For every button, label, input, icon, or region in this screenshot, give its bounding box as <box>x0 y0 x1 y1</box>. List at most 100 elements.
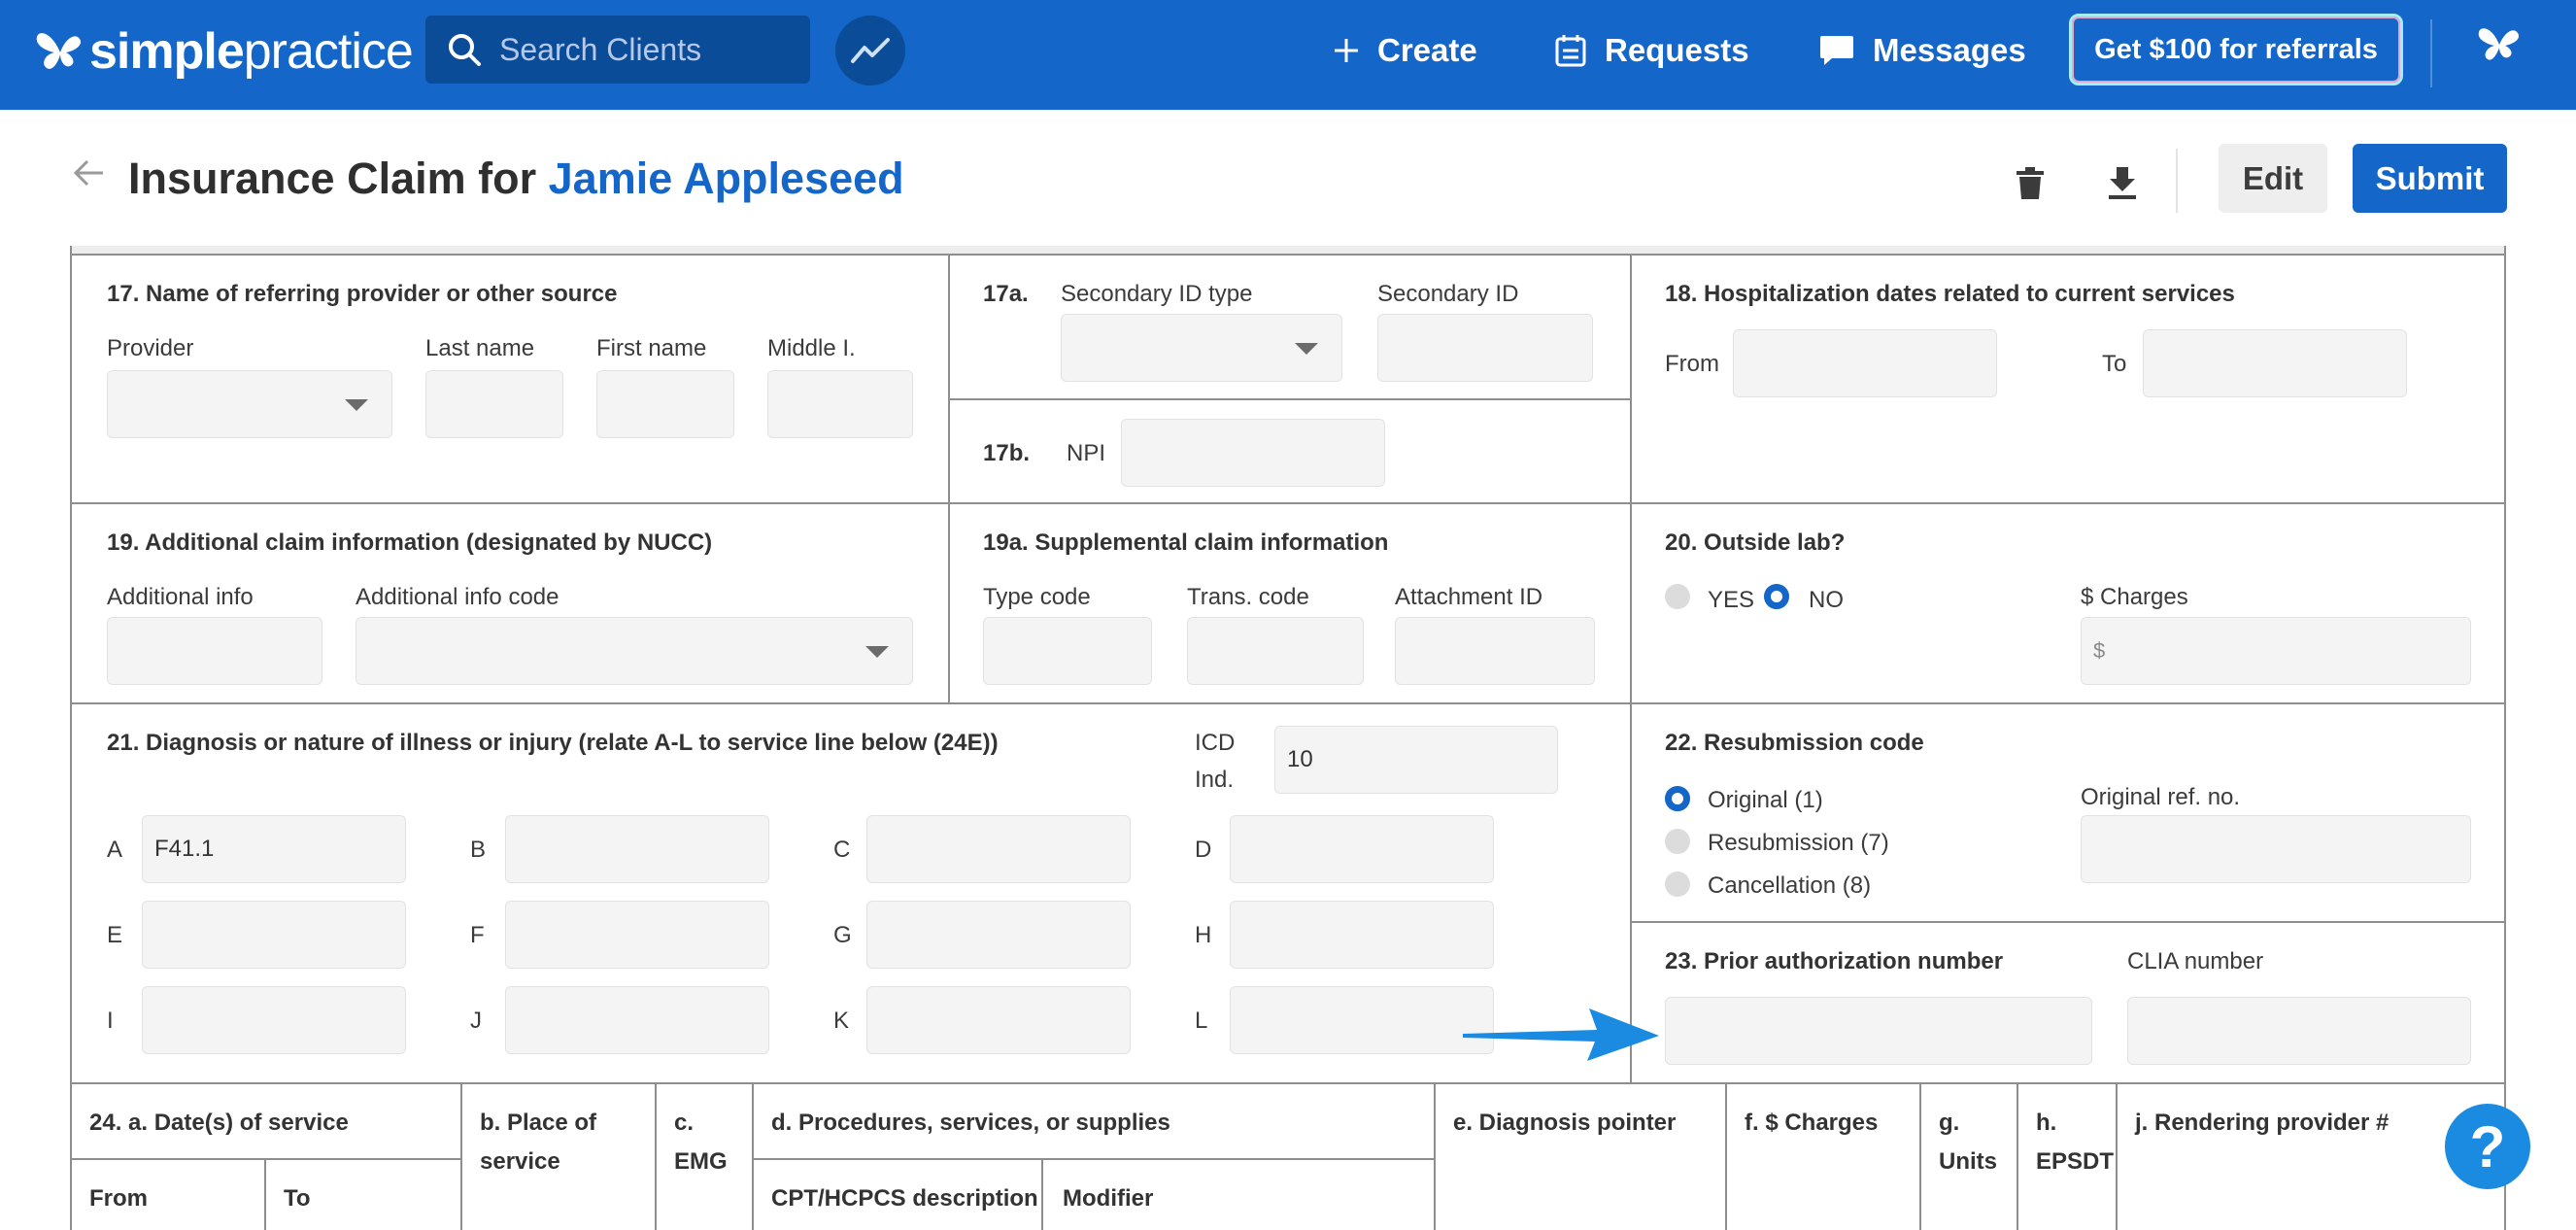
col-charges: f. $ Charges <box>1745 1110 1879 1136</box>
grid-line <box>72 702 2504 704</box>
dollar-prefix: $ <box>2093 638 2106 663</box>
outside-lab-no-radio[interactable] <box>1764 584 1789 609</box>
requests-button[interactable]: Requests <box>1554 21 1749 80</box>
grid-line <box>752 1158 1435 1160</box>
diagnosis-L-input[interactable] <box>1230 986 1494 1054</box>
diagnosis-letter-H: H <box>1195 922 1212 948</box>
box17a-number: 17a. <box>983 281 1029 307</box>
trend-chart-icon <box>851 38 890 63</box>
diagnosis-J-input[interactable] <box>505 986 769 1054</box>
diagnosis-D-input[interactable] <box>1230 815 1494 883</box>
trash-icon <box>2017 167 2044 199</box>
grid-line <box>655 1082 657 1230</box>
attachment-id-input[interactable] <box>1395 617 1595 685</box>
diagnosis-E-input[interactable] <box>142 901 406 969</box>
additional-info-label: Additional info <box>107 584 254 610</box>
type-code-input[interactable] <box>983 617 1152 685</box>
referring-last-name-input[interactable] <box>425 370 563 438</box>
plus-icon <box>1335 39 1358 62</box>
client-name-link[interactable]: Jamie Appleseed <box>549 154 904 203</box>
col-diagnosis-pointer: e. Diagnosis pointer <box>1453 1110 1677 1136</box>
diagnosis-A-input[interactable]: F41.1 <box>142 815 406 883</box>
referring-first-name-input[interactable] <box>596 370 734 438</box>
npi-label: NPI <box>1067 440 1106 466</box>
diagnosis-letter-F: F <box>470 922 485 948</box>
npi-input[interactable] <box>1121 419 1385 487</box>
diagnosis-F-input[interactable] <box>505 901 769 969</box>
diagnosis-letter-G: G <box>833 922 852 948</box>
page-title: Insurance Claim for Jamie Appleseed <box>128 154 904 204</box>
diagnosis-letter-I: I <box>107 1008 114 1034</box>
col-cpt-description: CPT/HCPCS description <box>771 1185 1038 1212</box>
additional-info-input[interactable] <box>107 617 322 685</box>
messages-label: Messages <box>1873 32 2026 68</box>
grid-line <box>264 1158 266 1230</box>
account-menu[interactable] <box>2475 23 2524 71</box>
create-button[interactable]: Create <box>1333 21 1477 80</box>
col-emg-line1: c. <box>674 1110 695 1136</box>
butterfly-logo-icon <box>36 33 82 69</box>
search-clients[interactable] <box>425 16 810 84</box>
box22-title: 22. Resubmission code <box>1665 730 1924 756</box>
clia-number-input[interactable] <box>2127 997 2471 1065</box>
diagnosis-H-input[interactable] <box>1230 901 1494 969</box>
page-header: Insurance Claim for Jamie Appleseed Edit… <box>0 110 2576 246</box>
col-rendering-provider: j. Rendering provider # <box>2135 1110 2390 1136</box>
referring-middle-initial-input[interactable] <box>767 370 913 438</box>
delete-button[interactable] <box>2003 156 2057 211</box>
original-ref-input[interactable] <box>2081 815 2471 883</box>
messages-button[interactable]: Messages <box>1818 21 2026 80</box>
insights-button[interactable] <box>835 16 905 85</box>
grid-line <box>460 1082 462 1230</box>
diagnosis-A-value: F41.1 <box>154 836 215 862</box>
simplepractice-logo[interactable]: simplepractice <box>33 17 414 85</box>
grid-line <box>1434 1082 1436 1230</box>
diagnosis-K-input[interactable] <box>866 986 1131 1054</box>
diagnosis-G-input[interactable] <box>866 901 1131 969</box>
provider-select[interactable] <box>107 370 392 438</box>
outside-lab-charges-label: $ Charges <box>2081 584 2188 610</box>
outside-lab-charges-input[interactable]: $ <box>2081 617 2471 685</box>
col-date-of-service: 24. a. Date(s) of service <box>89 1110 349 1136</box>
diagnosis-letter-B: B <box>470 837 487 863</box>
trans-code-input[interactable] <box>1187 617 1364 685</box>
hospitalization-to-input[interactable] <box>2143 329 2407 397</box>
resubmission-resubmission-radio[interactable] <box>1665 829 1690 854</box>
edit-button[interactable]: Edit <box>2219 144 2327 213</box>
provider-label: Provider <box>107 335 194 361</box>
secondary-id-input[interactable] <box>1377 314 1593 382</box>
hospitalization-to-label: To <box>2102 351 2127 377</box>
secondary-id-type-select[interactable] <box>1061 314 1342 382</box>
attachment-id-label: Attachment ID <box>1395 584 1543 610</box>
referral-button[interactable]: Get $100 for referrals <box>2069 14 2403 85</box>
first-name-label: First name <box>596 335 707 361</box>
prior-authorization-input[interactable] <box>1665 997 2092 1065</box>
resubmission-original-radio[interactable] <box>1665 786 1690 811</box>
outside-lab-yes-radio[interactable] <box>1665 584 1690 609</box>
download-button[interactable] <box>2095 156 2150 211</box>
back-button[interactable] <box>72 158 105 192</box>
butterfly-icon <box>2478 28 2520 60</box>
help-button[interactable]: ? <box>2445 1104 2530 1189</box>
resubmission-cancellation-radio[interactable] <box>1665 871 1690 897</box>
icd-indicator-input[interactable]: 10 <box>1274 726 1558 794</box>
diagnosis-I-input[interactable] <box>142 986 406 1054</box>
diagnosis-letter-L: L <box>1195 1008 1208 1034</box>
submit-button[interactable]: Submit <box>2353 144 2507 213</box>
search-input[interactable] <box>499 31 810 68</box>
diagnosis-B-input[interactable] <box>505 815 769 883</box>
box23-title: 23. Prior authorization number <box>1665 948 2004 974</box>
secondary-id-label: Secondary ID <box>1377 281 1519 307</box>
additional-info-code-select[interactable] <box>356 617 913 685</box>
col-place-of-service-line1: b. Place of <box>480 1110 597 1136</box>
logo-text-bold: simple <box>89 23 245 80</box>
grid-line <box>72 254 2504 256</box>
last-name-label: Last name <box>425 335 535 361</box>
col-epsdt-line2: EPSDT <box>2036 1148 2115 1175</box>
calendar-icon <box>1555 35 1586 67</box>
grid-line <box>1919 1082 1921 1230</box>
hospitalization-from-input[interactable] <box>1733 329 1997 397</box>
diagnosis-C-input[interactable] <box>866 815 1131 883</box>
grid-line <box>752 1082 754 1230</box>
logo-text-light: practice <box>243 23 414 80</box>
